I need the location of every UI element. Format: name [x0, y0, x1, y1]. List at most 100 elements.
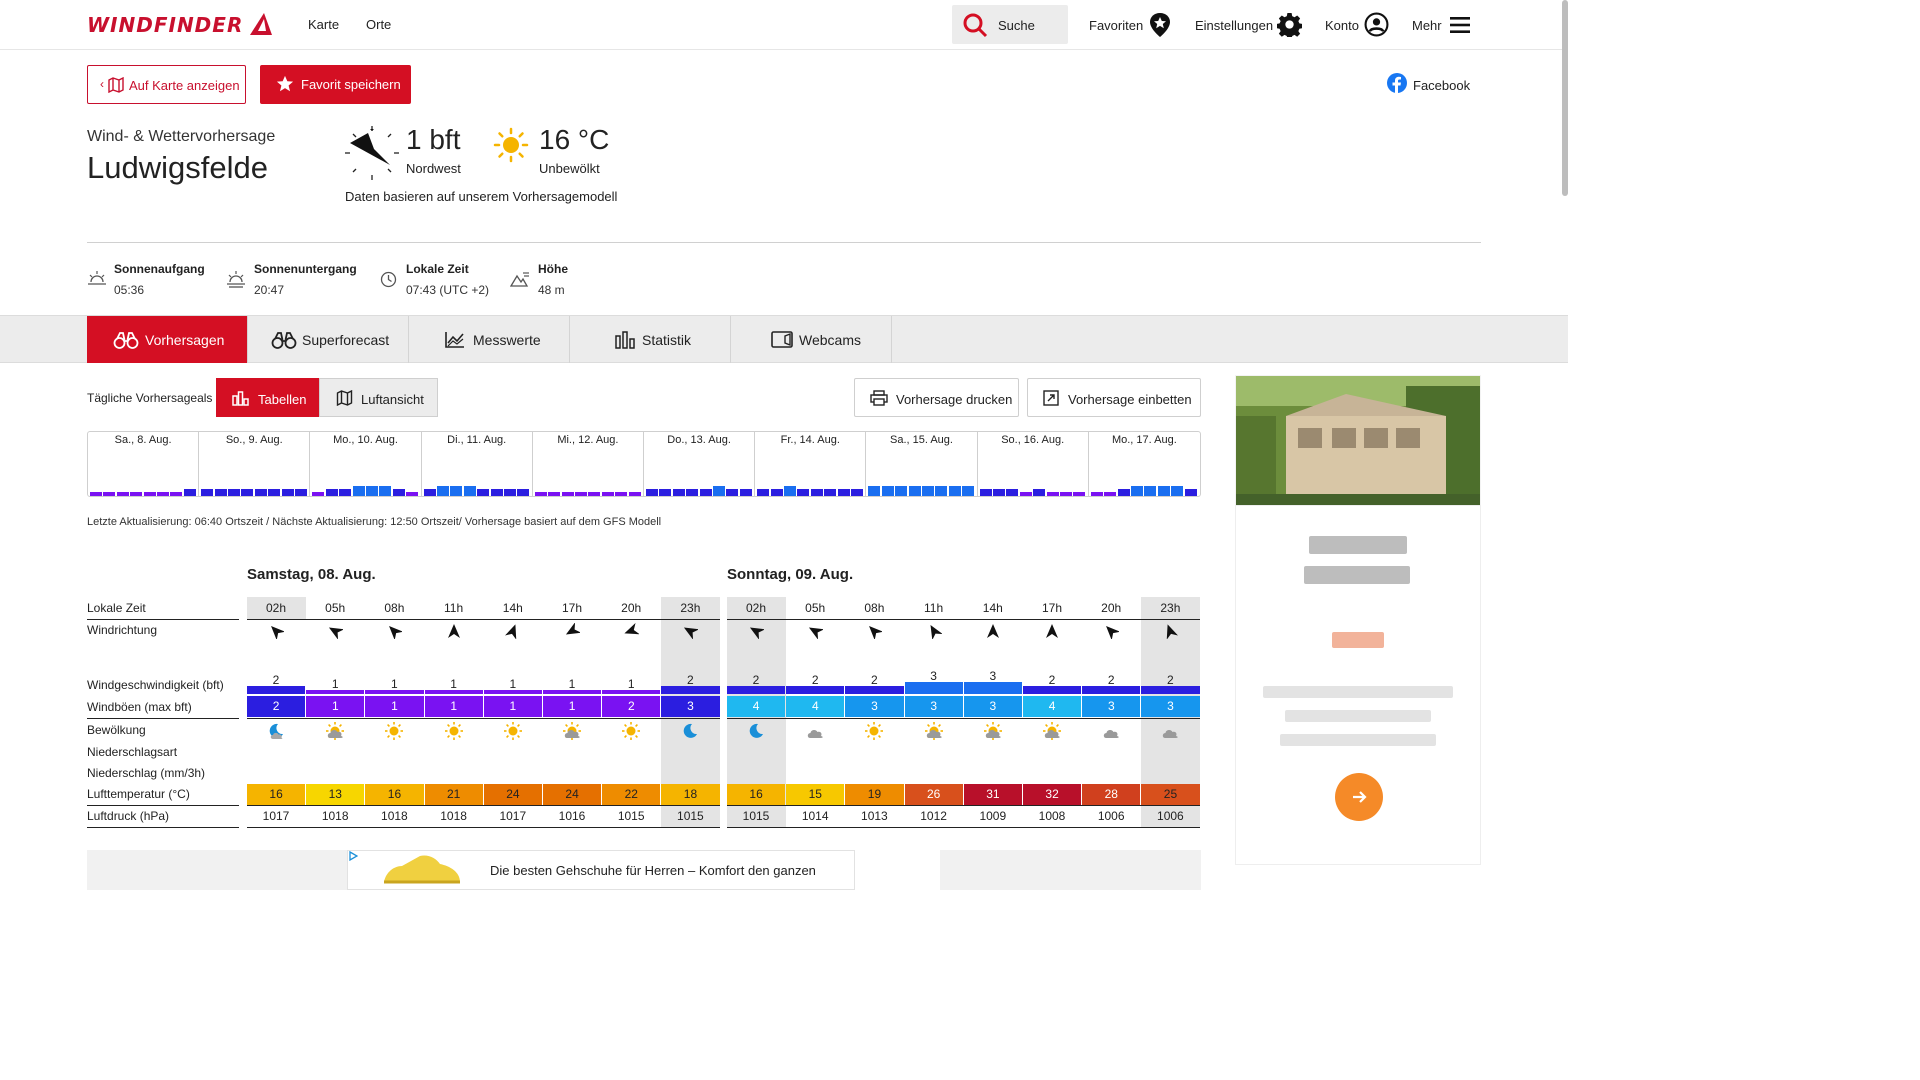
advertisement-text[interactable]: Die besten Gehschuhe für Herren – Komfor… [490, 863, 816, 878]
overview-wind-bar [921, 486, 934, 496]
cloud-weather-icon [1103, 730, 1119, 738]
overview-wind-bar [490, 489, 503, 496]
nav-karte[interactable]: Karte [308, 17, 339, 32]
tab-superforecast[interactable]: Superforecast [248, 316, 409, 363]
shoe-ad-image[interactable] [380, 852, 464, 884]
star-icon [276, 75, 294, 92]
tab-statistik[interactable]: Statistik [570, 316, 731, 363]
adchoices-icon[interactable] [348, 851, 358, 861]
overview-wind-bar [739, 489, 752, 496]
localtime-label: Lokale Zeit [406, 262, 469, 276]
nav-orte[interactable]: Orte [366, 17, 391, 32]
hamburger-menu-icon[interactable] [1449, 15, 1471, 35]
overview-day[interactable]: Sa., 8. Aug. [88, 432, 200, 496]
overview-day[interactable]: Mo., 17. Aug. [1089, 432, 1200, 496]
search-button[interactable]: Suche [952, 5, 1068, 44]
overview-wind-bar [477, 489, 490, 496]
wind-direction-arrow-icon [986, 624, 999, 638]
embed-forecast-button[interactable]: Vorhersage einbetten [1027, 378, 1201, 417]
wind-speed-bar [602, 690, 661, 694]
account-avatar-icon[interactable] [1364, 12, 1389, 37]
wind-speed-cell: 2 [752, 673, 760, 687]
overview-day[interactable]: Mo., 10. Aug. [310, 432, 422, 496]
save-favorite-button[interactable]: Favorit speichern [260, 65, 411, 104]
blurred-ad-text [1285, 710, 1431, 722]
overview-wind-bar [1090, 492, 1103, 496]
advertisement-spacer [855, 850, 940, 890]
overview-wind-bar [365, 486, 378, 496]
overview-day[interactable]: So., 9. Aug. [199, 432, 311, 496]
overview-wind-bar [770, 489, 783, 496]
table-divider [247, 718, 720, 719]
overview-wind-bar [588, 492, 601, 496]
forecast-subtitle: Wind- & Wettervorhersage [87, 128, 276, 145]
view-aerial-button[interactable]: Luftansicht [319, 378, 438, 417]
overview-wind-bar [783, 486, 796, 496]
print-forecast-button[interactable]: Vorhersage drucken [854, 378, 1019, 417]
wind-direction-arrow-icon [930, 624, 942, 639]
overview-day[interactable]: Di., 11. Aug. [422, 432, 533, 496]
wind-speed-cell: 1 [450, 677, 457, 691]
overview-wind-bar [406, 492, 419, 496]
ad-image-garden-house[interactable] [1236, 376, 1480, 506]
hour-cell: 02h [745, 601, 767, 615]
blurred-ad-heading [1309, 536, 1407, 554]
wind-gust-cell: 2 [602, 696, 661, 717]
tab-webcams[interactable]: Webcams [731, 316, 892, 363]
wind-direction-arrow-icon [389, 626, 403, 639]
more-link[interactable]: Mehr [1412, 18, 1442, 33]
temperature-cell: 26 [904, 784, 963, 805]
overview-day[interactable]: Fr., 14. Aug. [755, 432, 867, 496]
wind-direction-arrow-icon [329, 627, 344, 639]
page-scrollbar[interactable] [1562, 0, 1568, 196]
tab-messwerte[interactable]: Messwerte [409, 316, 570, 363]
temperature-cell: 19 [845, 784, 904, 805]
overview-wind-bar [810, 489, 823, 496]
overview-day[interactable]: Sa., 15. Aug. [866, 432, 978, 496]
overview-day-label: So., 16. Aug. [1001, 434, 1065, 446]
overview-day[interactable]: Mi., 12. Aug. [533, 432, 644, 496]
windfinder-logo[interactable]: WINDFINDER [87, 13, 243, 37]
facebook-label: Facebook [1413, 78, 1471, 93]
view-tables-button[interactable]: Tabellen [216, 378, 320, 417]
cloud-weather-icon [1163, 730, 1179, 738]
overview-wind-bar [699, 489, 712, 496]
wind-speed-bar [306, 690, 365, 694]
overview-day[interactable]: So., 16. Aug. [978, 432, 1089, 496]
sun-cloud-weather-icon [983, 722, 1002, 740]
map-icon [108, 77, 124, 93]
divider [87, 242, 1481, 243]
pressure-cell: 1006 [1157, 809, 1184, 823]
overview-day[interactable]: Do., 13. Aug. [644, 432, 756, 496]
overview-wind-bar [227, 489, 240, 496]
tab-vorhersagen[interactable]: Vorhersagen [87, 316, 248, 363]
daily-forecast-label: Tägliche Vorhersageals [87, 391, 213, 405]
favorites-star-icon[interactable] [1149, 12, 1171, 38]
day-title: Sonntag, 09. Aug. [727, 566, 854, 583]
overview-wind-bar [281, 489, 294, 496]
hour-cell: 14h [982, 601, 1003, 615]
wind-gust-cell: 4 [727, 696, 786, 717]
overview-wind-bar [517, 489, 530, 496]
sun-weather-icon [444, 722, 463, 740]
overview-wind-bar [157, 492, 169, 496]
gear-icon[interactable] [1277, 12, 1302, 37]
current-condition: Unbewölkt [539, 161, 600, 176]
compass-wind-icon [345, 126, 399, 180]
wind-direction-arrow-icon [809, 627, 824, 639]
temperature-cell: 16 [727, 784, 786, 805]
overview-wind-bar [615, 492, 628, 496]
overview-wind-bar [392, 489, 405, 496]
account-link[interactable]: Konto [1325, 18, 1359, 33]
chevron-left-icon: ‹ [100, 77, 104, 91]
wind-gust-cell: 4 [786, 696, 845, 717]
sun-cloud-weather-icon [924, 722, 943, 740]
sun-weather-icon [385, 722, 404, 740]
wind-speed-bar [1141, 686, 1200, 694]
favorites-link[interactable]: Favoriten [1089, 18, 1143, 33]
overview-wind-bar [379, 486, 392, 496]
show-on-map-button[interactable]: ‹ Auf Karte anzeigen [87, 65, 246, 104]
altitude-label: Höhe [538, 262, 568, 276]
overview-wind-bar [837, 489, 850, 496]
settings-link[interactable]: Einstellungen [1195, 18, 1273, 33]
